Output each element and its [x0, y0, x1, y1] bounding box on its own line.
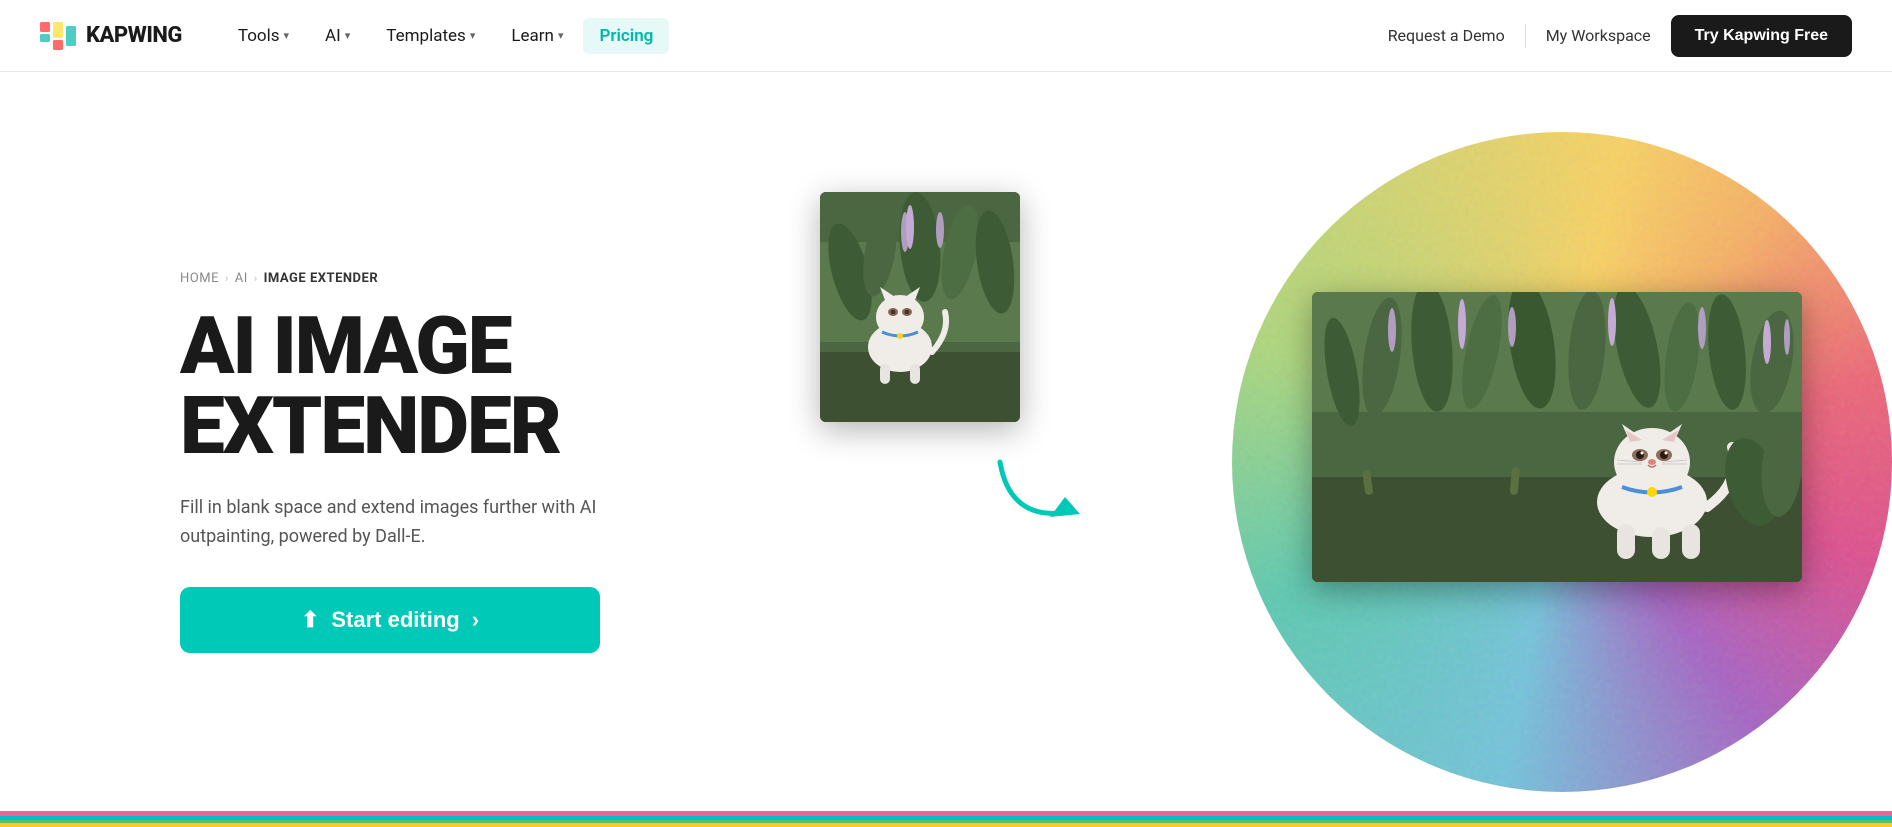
nav-item-tools[interactable]: Tools ▾ — [222, 18, 305, 54]
hero-description: Fill in blank space and extend images fu… — [180, 494, 620, 552]
breadcrumb-current: IMAGE EXTENDER — [264, 271, 379, 286]
cat-image-large — [1312, 292, 1802, 582]
nav-item-ai[interactable]: AI ▾ — [309, 18, 366, 54]
breadcrumb-sep1: › — [225, 272, 229, 285]
logo-icon — [40, 22, 76, 50]
upload-icon: ⬆ — [301, 607, 319, 633]
start-editing-button[interactable]: ⬆ Start editing › — [180, 587, 600, 653]
nav-divider — [1525, 24, 1526, 48]
navbar: KAPWING Tools ▾ AI ▾ Templates ▾ Learn ▾… — [0, 0, 1892, 72]
breadcrumb-home[interactable]: HOME — [180, 271, 219, 286]
breadcrumb: HOME › AI › IMAGE EXTENDER — [180, 271, 740, 286]
teal-arrow — [990, 442, 1110, 542]
request-demo-link[interactable]: Request a Demo — [1388, 26, 1505, 45]
hero-content: HOME › AI › IMAGE EXTENDER AI IMAGE EXTE… — [180, 271, 740, 654]
image-large — [1312, 292, 1802, 582]
chevron-down-icon: ▾ — [558, 29, 564, 42]
breadcrumb-ai[interactable]: AI — [235, 271, 248, 286]
nav-item-learn[interactable]: Learn ▾ — [495, 18, 579, 54]
cat-image-small — [820, 192, 1020, 422]
nav-right: Request a Demo My Workspace Try Kapwing … — [1388, 15, 1852, 57]
hero-section: HOME › AI › IMAGE EXTENDER AI IMAGE EXTE… — [0, 72, 1892, 812]
logo-text: KAPWING — [86, 23, 182, 48]
chevron-down-icon: ▾ — [470, 29, 476, 42]
nav-item-pricing[interactable]: Pricing — [583, 18, 669, 54]
hero-visual — [740, 112, 1852, 812]
chevron-down-icon: ▾ — [345, 29, 351, 42]
hero-title: AI IMAGE EXTENDER — [180, 306, 740, 466]
chevron-right-icon: › — [472, 607, 479, 633]
image-small — [820, 192, 1020, 422]
my-workspace-link[interactable]: My Workspace — [1546, 26, 1651, 45]
nav-links: Tools ▾ AI ▾ Templates ▾ Learn ▾ Pricing — [222, 18, 1388, 54]
bar-yellow — [0, 823, 1892, 827]
hero-title-line2: EXTENDER — [180, 379, 560, 473]
chevron-down-icon: ▾ — [284, 29, 290, 42]
nav-item-templates[interactable]: Templates ▾ — [370, 18, 491, 54]
breadcrumb-sep2: › — [254, 272, 258, 285]
logo-link[interactable]: KAPWING — [40, 22, 182, 50]
start-editing-label: Start editing — [331, 607, 459, 633]
try-kapwing-button[interactable]: Try Kapwing Free — [1671, 15, 1852, 57]
bottom-bars — [0, 811, 1892, 827]
